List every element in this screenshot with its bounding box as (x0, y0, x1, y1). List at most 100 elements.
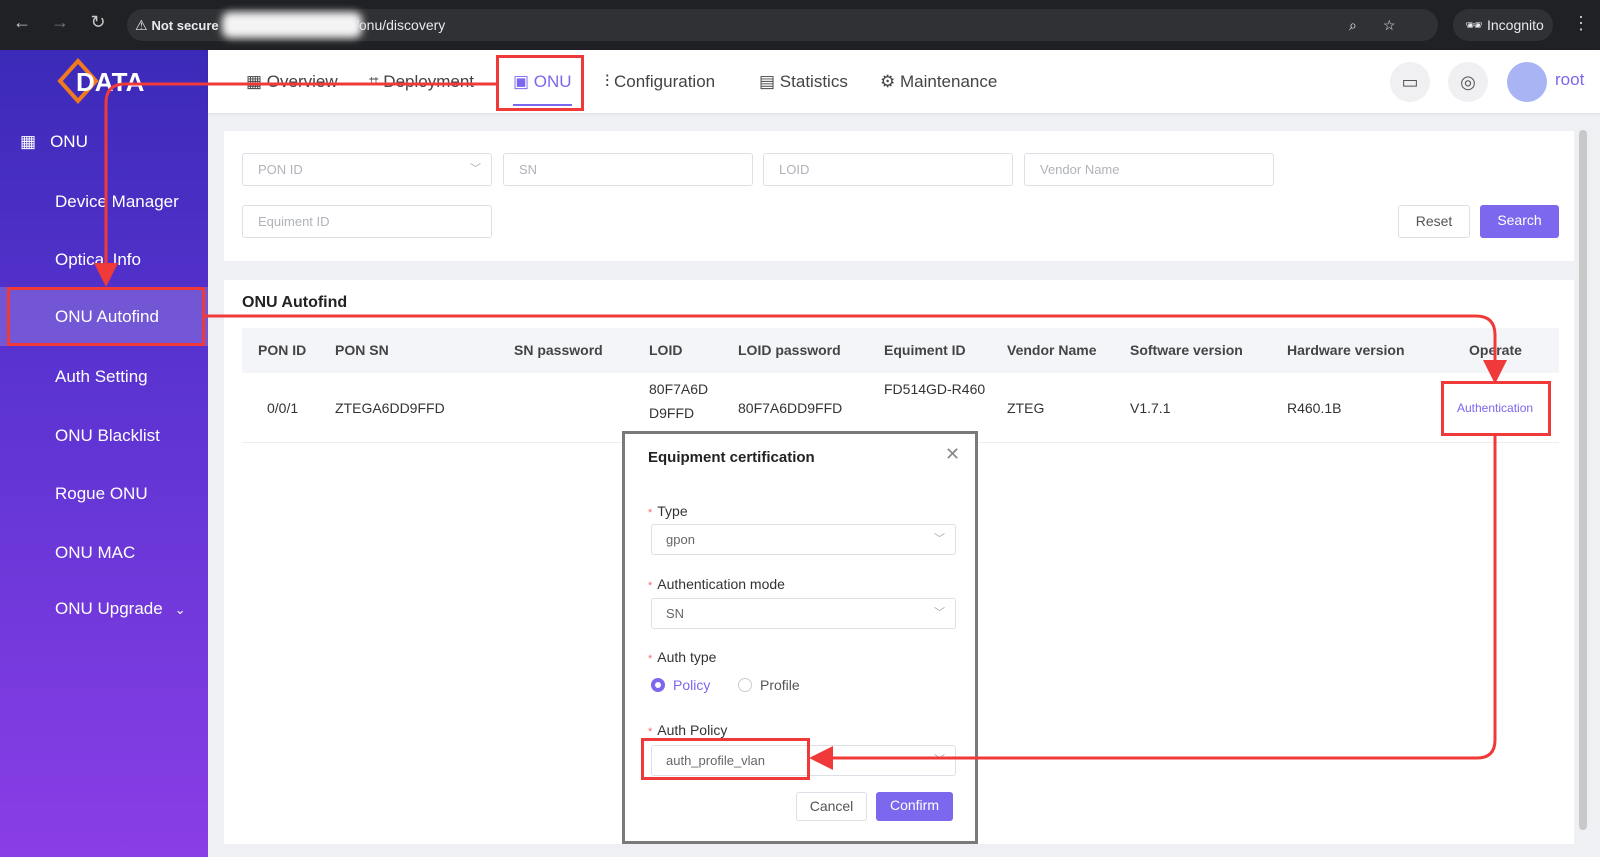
scrollbar[interactable] (1579, 130, 1587, 830)
close-icon[interactable]: ✕ (945, 444, 960, 465)
column-header: PON SN (335, 342, 389, 358)
security-label: Not secure (151, 18, 219, 33)
forward-icon[interactable]: → (48, 12, 72, 33)
placeholder: PON ID (258, 162, 303, 177)
sidebar-item-onu-autofind[interactable]: ONU Autofind (0, 287, 208, 346)
equipment-certification-dialog: Equipment certification ✕ * Type gpon ﹀ * A… (622, 431, 978, 844)
avatar[interactable] (1507, 62, 1547, 102)
auth-mode-label: * Authentication mode (648, 576, 785, 592)
pon-id-select[interactable]: PON ID ﹀ (242, 153, 492, 186)
chevron-down-icon: ﹀ (470, 163, 481, 175)
type-label: * Type (648, 503, 688, 519)
tab-label: ONU (533, 72, 572, 91)
sidebar-item-onu-mac[interactable]: ONU MAC (0, 538, 208, 568)
cell-loid: 80F7A6DD9FFD (649, 381, 709, 421)
menu-icon[interactable]: ⋮ (1572, 13, 1590, 34)
cell-equipment-id: FD514GD-R460 (884, 381, 986, 397)
sidebar: DATA ▦ ONU Device Manager Optical Info ON… (0, 50, 208, 857)
tab-label: Maintenance (899, 72, 998, 91)
sn-input[interactable]: SN (503, 153, 753, 186)
tab-statistics[interactable]: ▤ Statistics (759, 70, 848, 94)
tab-overview[interactable]: ▦ Overview (246, 70, 338, 94)
tab-maintenance[interactable]: ⚙ Maintenance (880, 70, 997, 94)
incognito-label: Incognito (1487, 17, 1544, 33)
column-header: Equiment ID (884, 342, 966, 358)
sidebar-item-optical-info[interactable]: Optical Info (0, 245, 208, 275)
grid-icon: ▦ (246, 72, 267, 91)
cell-software: V1.7.1 (1130, 400, 1171, 416)
back-icon[interactable]: ← (10, 12, 34, 33)
cell-pon-sn: ZTEGA6DD9FFD (335, 400, 445, 416)
tab-configuration[interactable]: ⫶ Configuration (605, 70, 715, 94)
save-icon: ▭ (1401, 72, 1419, 92)
star-icon[interactable]: ☆ (1383, 9, 1396, 41)
top-nav: ▦ Overview ⌗ Deployment ▣ ONU ⫶ Configur… (208, 50, 1600, 113)
column-header: PON ID (258, 342, 307, 358)
save-button[interactable]: ▭ (1390, 62, 1430, 102)
gear-icon: ⚙ (880, 72, 900, 91)
sidebar-item-label: ONU Upgrade (55, 599, 163, 618)
chevron-down-icon: ﹀ (934, 533, 945, 545)
equipment-id-input[interactable]: Equiment ID (242, 205, 492, 238)
select-value: auth_profile_vlan (666, 753, 766, 768)
onu-icon: ▦ (20, 132, 37, 151)
reload-icon[interactable]: ↻ (86, 12, 110, 33)
address-bar[interactable]: ⚠ Not secure /onu/discovery ⌕ ☆ (127, 9, 1438, 41)
sidebar-item-rogue-onu[interactable]: Rogue ONU (0, 479, 208, 509)
type-select[interactable]: gpon ﹀ (651, 524, 956, 555)
reset-button[interactable]: Reset (1398, 205, 1470, 238)
profile-radio-label[interactable]: Profile (760, 677, 800, 693)
tab-label: Deployment (383, 72, 475, 91)
select-value: SN (666, 606, 685, 621)
cell-loid-password: 80F7A6DD9FFD (738, 400, 843, 416)
cell-hardware: R460.1B (1287, 400, 1342, 416)
loid-input[interactable]: LOID (763, 153, 1013, 186)
auth-policy-select[interactable]: auth_profile_vlan ﹀ (651, 745, 956, 776)
filter-card: PON ID ﹀ SN LOID Vendor Name Equiment ID … (224, 131, 1574, 261)
search-button[interactable]: Search (1480, 205, 1559, 238)
confirm-button[interactable]: Confirm (876, 792, 953, 821)
vendor-name-input[interactable]: Vendor Name (1024, 153, 1274, 186)
gauge-icon: ◎ (1460, 72, 1476, 92)
redacted-host (222, 12, 362, 38)
column-header: LOID password (738, 342, 841, 358)
incognito-icon: 🕶 (1465, 17, 1483, 33)
sidebar-section-onu[interactable]: ▦ ONU (0, 127, 208, 157)
profile-radio[interactable] (738, 678, 752, 692)
policy-radio-label[interactable]: Policy (673, 677, 710, 693)
tab-label: Statistics (779, 72, 848, 91)
cancel-button[interactable]: Cancel (796, 792, 867, 821)
sidebar-item-device-manager[interactable]: Device Manager (0, 187, 208, 217)
logo: DATA (56, 58, 156, 104)
column-header: LOID (649, 342, 683, 358)
sidebar-item-onu-blacklist[interactable]: ONU Blacklist (0, 421, 208, 451)
column-header: Hardware version (1287, 342, 1405, 358)
sidebar-item-auth-setting[interactable]: Auth Setting (0, 362, 208, 392)
authentication-link[interactable]: Authentication (1457, 396, 1533, 420)
window-icon: ▤ (759, 72, 780, 91)
tab-deployment[interactable]: ⌗ Deployment (369, 70, 474, 94)
tab-label: Overview (266, 72, 338, 91)
section-title: ONU Autofind (242, 294, 348, 311)
dashboard-button[interactable]: ◎ (1448, 62, 1488, 102)
auth-mode-select[interactable]: SN ﹀ (651, 598, 956, 629)
user-name[interactable]: root (1555, 70, 1584, 90)
browser-toolbar: ← → ↻ ⚠ Not secure /onu/discovery ⌕ ☆ 🕶 … (0, 0, 1600, 50)
topology-icon: ⌗ (369, 72, 384, 91)
column-header: SN password (514, 342, 603, 358)
zoom-icon[interactable]: ⌕ (1349, 9, 1357, 41)
tab-label: Configuration (613, 72, 716, 91)
policy-radio[interactable] (651, 678, 665, 692)
tab-onu[interactable]: ▣ ONU (513, 70, 572, 106)
column-header: Software version (1130, 342, 1243, 358)
sidebar-item-onu-upgrade[interactable]: ONU Upgrade ⌄ (0, 594, 208, 624)
chevron-down-icon: ﹀ (934, 607, 945, 619)
column-header: Operate (1469, 342, 1522, 358)
cell-vendor: ZTEG (1007, 400, 1045, 416)
svg-text:DATA: DATA (76, 67, 145, 97)
dialog-title: Equipment certification (648, 449, 815, 466)
incognito-badge[interactable]: 🕶 Incognito (1453, 9, 1553, 41)
column-header: Vendor Name (1007, 342, 1097, 358)
warning-icon: ⚠ (135, 17, 148, 33)
chevron-down-icon: ﹀ (934, 754, 945, 766)
